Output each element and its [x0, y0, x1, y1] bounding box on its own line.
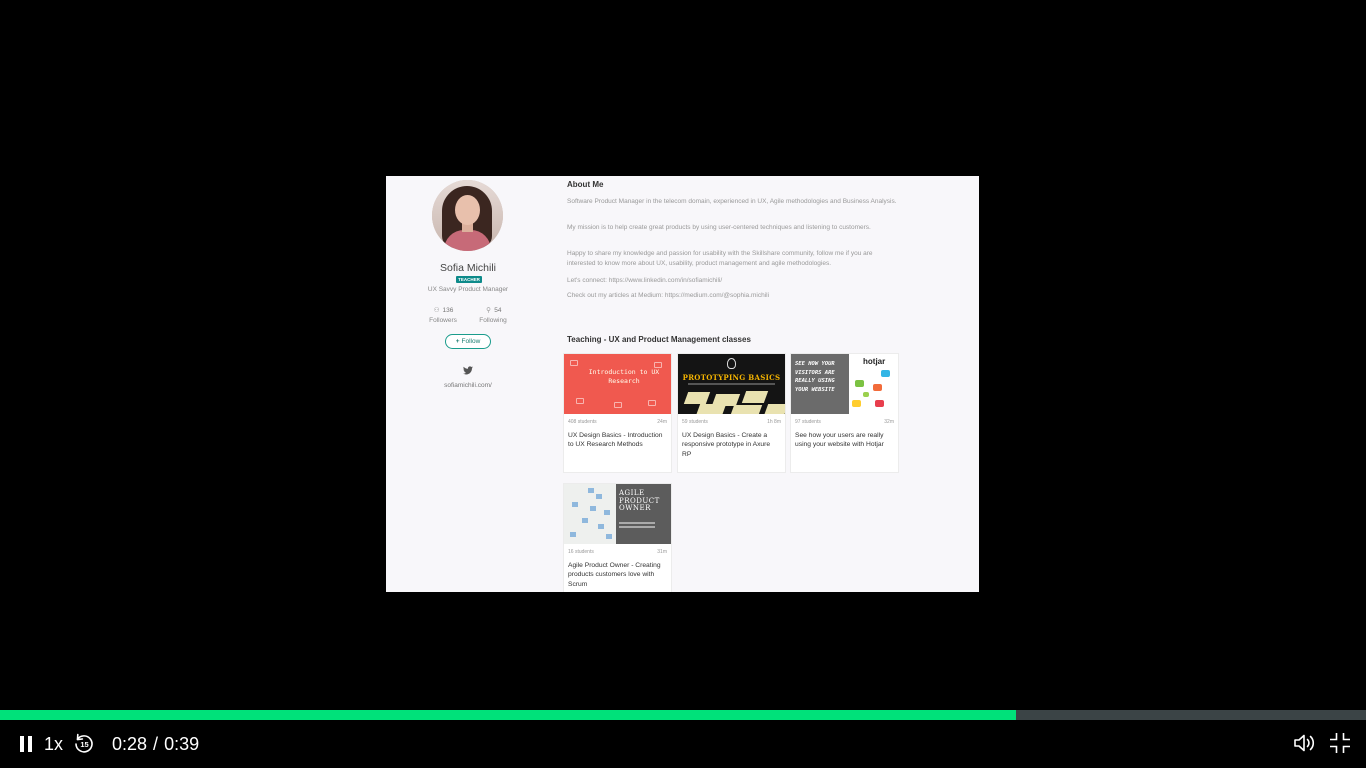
- class-card: Introduction to UX Research 408 students…: [564, 354, 671, 472]
- exit-fullscreen-icon: [1330, 733, 1350, 753]
- following-icon: ⚲: [486, 307, 491, 314]
- followers-count: 136: [442, 307, 454, 314]
- playback-speed-button[interactable]: 1x: [44, 733, 63, 755]
- volume-icon: [1294, 734, 1315, 752]
- follow-button-label: Follow: [461, 338, 481, 345]
- website-link: sofiamichili.com/: [444, 382, 492, 389]
- followers-label: Followers: [429, 317, 457, 324]
- about-paragraph: Software Product Manager in the telecom …: [567, 198, 897, 205]
- rewind-15-button[interactable]: 15: [72, 731, 96, 755]
- class-card: SEE HOW YOUR VISITORS ARE REALLY USING Y…: [791, 354, 898, 472]
- plus-icon: +: [455, 338, 460, 345]
- class-thumbnail: SEE HOW YOUR VISITORS ARE REALLY USING Y…: [791, 354, 898, 414]
- about-paragraph: Happy to share my knowledge and passion …: [567, 250, 873, 267]
- svg-text:15: 15: [80, 740, 88, 749]
- class-thumbnail: PROTOTYPING BASICS: [678, 354, 785, 414]
- twitter-icon: [463, 366, 473, 375]
- class-title: Agile Product Owner - Creating products …: [568, 562, 661, 588]
- class-card: AGILE PRODUCT OWNER 16 students 31m Agile…: [564, 484, 671, 592]
- class-thumbnail: Introduction to UX Research: [564, 354, 671, 414]
- exit-fullscreen-button[interactable]: [1328, 731, 1352, 755]
- teaching-heading: Teaching - UX and Product Management cla…: [567, 335, 751, 344]
- thumbnail-text: Introduction to UX Research: [588, 368, 660, 385]
- student-count: 408 students: [568, 419, 597, 425]
- follow-button: + Follow: [445, 334, 491, 349]
- avatar: [432, 180, 503, 251]
- followers-icon: ⚇: [433, 307, 440, 314]
- video-frame: Sofia Michili TEACHER UX Savvy Product M…: [386, 176, 979, 592]
- class-duration: 31m: [657, 549, 667, 555]
- progress-bar[interactable]: [0, 710, 1366, 720]
- student-count: 59 students: [682, 419, 708, 425]
- class-thumbnail: AGILE PRODUCT OWNER: [564, 484, 671, 544]
- time-separator: /: [153, 734, 159, 754]
- thumbnail-text: SEE HOW YOUR VISITORS ARE REALLY USING Y…: [795, 361, 835, 393]
- class-duration: 1h 8m: [767, 419, 781, 425]
- about-paragraph: Check out my articles at Medium: https:/…: [567, 292, 770, 299]
- volume-button[interactable]: [1292, 731, 1316, 755]
- following-label: Following: [479, 317, 507, 324]
- following-count: 54: [494, 307, 502, 314]
- total-duration: 0:39: [164, 734, 200, 754]
- profile-name: Sofia Michili: [439, 262, 497, 274]
- class-duration: 24m: [657, 419, 667, 425]
- rewind-15-icon: 15: [75, 733, 93, 753]
- current-time: 0:28: [112, 734, 148, 754]
- about-paragraph: My mission is to help create great produ…: [567, 224, 871, 231]
- pause-button[interactable]: [14, 731, 38, 757]
- student-count: 16 students: [568, 549, 594, 555]
- class-title: UX Design Basics - Introduction to UX Re…: [568, 432, 663, 449]
- about-paragraph: Let's connect: https://www.linkedin.com/…: [567, 277, 723, 284]
- time-display: 0:28/0:39: [112, 733, 199, 755]
- class-duration: 32m: [884, 419, 894, 425]
- thumbnail-text: AGILE PRODUCT OWNER: [619, 489, 660, 512]
- progress-fill: [0, 710, 1017, 720]
- student-count: 97 students: [795, 419, 821, 425]
- class-card: PROTOTYPING BASICS 59 students 1h 8m UX D…: [678, 354, 785, 472]
- about-heading: About Me: [567, 180, 604, 189]
- hotjar-logo: hotjar: [863, 357, 886, 366]
- followers-stat: ⚇ 136 Followers: [418, 306, 468, 324]
- teacher-badge: TEACHER: [456, 276, 482, 283]
- lightbulb-icon: [727, 358, 736, 369]
- following-stat: ⚲ 54 Following: [468, 306, 518, 324]
- class-title: See how your users are really using your…: [795, 432, 884, 449]
- profile-title: UX Savvy Product Manager: [427, 286, 509, 293]
- class-title: UX Design Basics - Create a responsive p…: [682, 432, 771, 458]
- thumbnail-text: PROTOTYPING BASICS: [682, 373, 781, 382]
